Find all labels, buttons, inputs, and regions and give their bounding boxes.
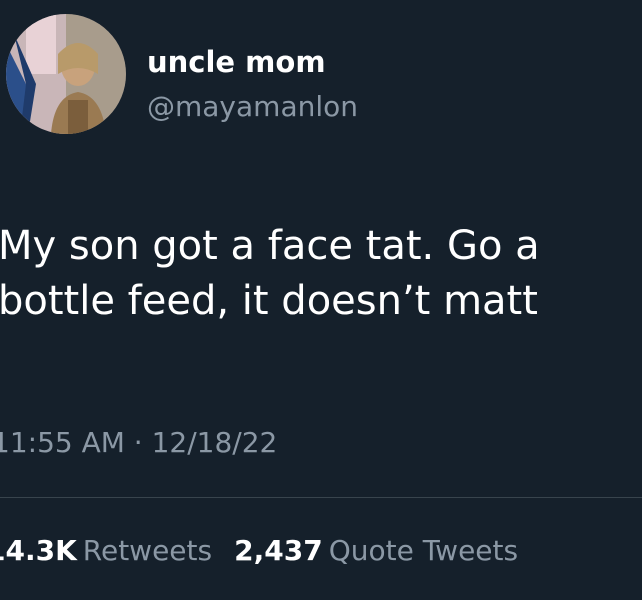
tweet-text-line: My son got a face tat. Go a (0, 223, 540, 269)
retweets-count: 14.3K (0, 534, 77, 567)
quote-tweets-label: Quote Tweets (328, 534, 519, 567)
profile-photo-icon (6, 14, 126, 134)
quote-tweets-count: 2,437 (234, 534, 323, 567)
tweet-text-line: bottle feed, it doesn’t matt (0, 278, 538, 324)
tweet-stats: 14.3KRetweets 2,437Quote Tweets (0, 533, 540, 569)
tweet-text: My son got a face tat. Go a bottle feed,… (0, 219, 540, 329)
tweet-timestamp[interactable]: 11:55 AM · 12/18/22 (0, 425, 277, 461)
retweets-label: Retweets (82, 534, 213, 567)
display-name[interactable]: uncle mom (147, 44, 326, 80)
quote-tweets-stat[interactable]: 2,437 Quote Tweets (234, 533, 518, 569)
tweet-card: uncle mom @mayamanlon My son got a face … (0, 0, 642, 600)
divider (0, 497, 642, 498)
avatar[interactable] (6, 14, 126, 134)
retweets-stat[interactable]: 14.3KRetweets (0, 533, 212, 569)
user-handle[interactable]: @mayamanlon (147, 89, 358, 125)
